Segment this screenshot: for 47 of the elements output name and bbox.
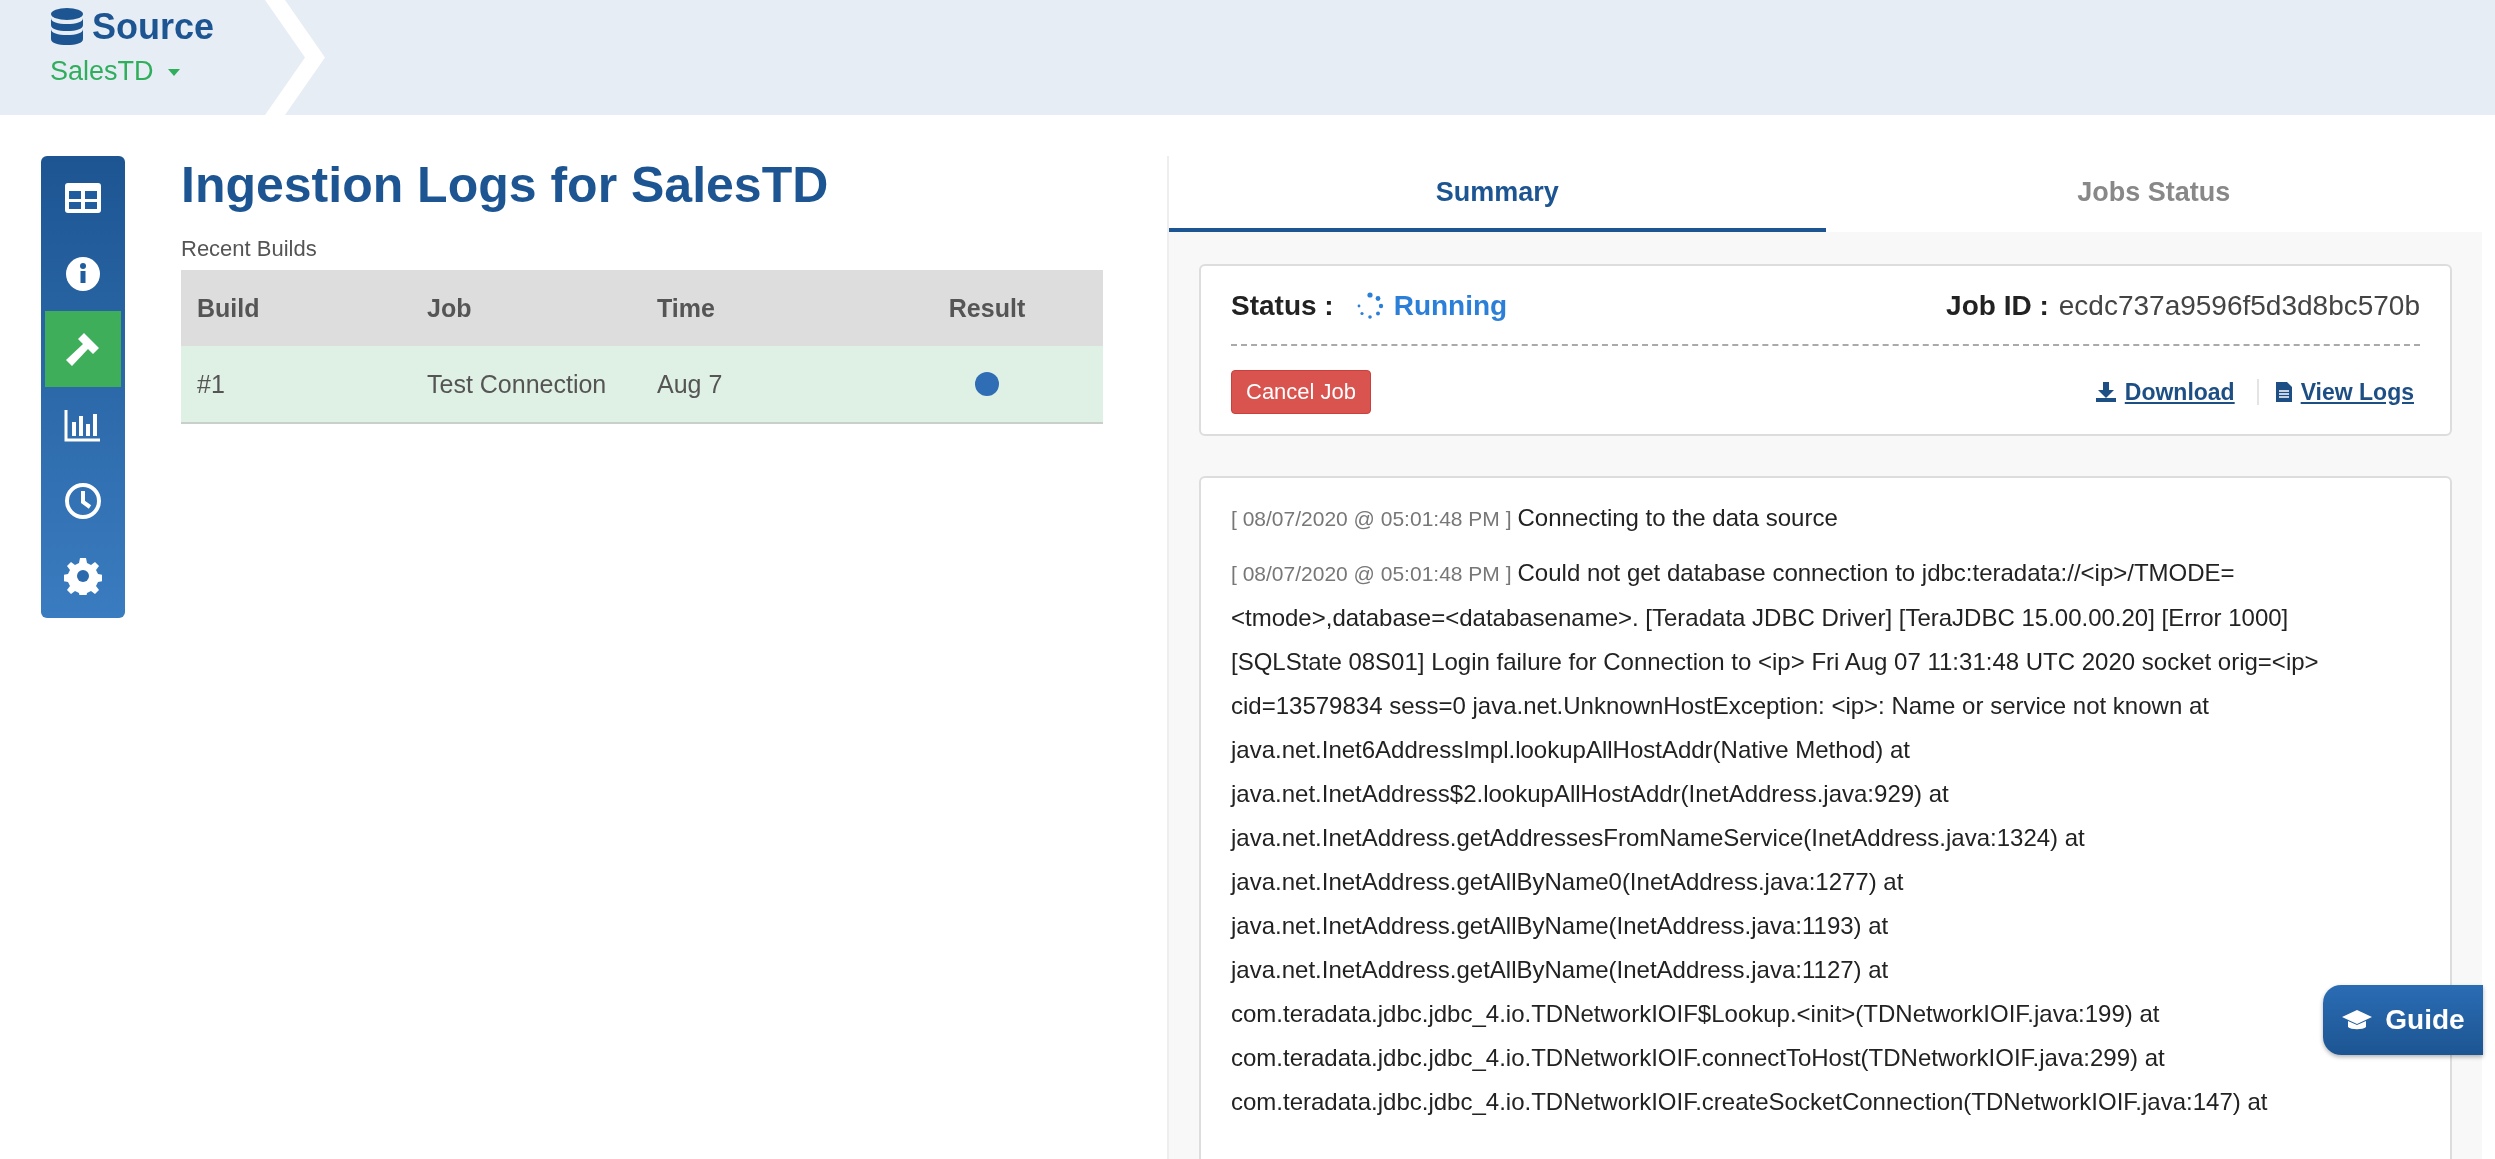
caret-icon xyxy=(165,66,182,77)
log-line: <tmode>,database=<databasename>. [Teradata JDBC Driver] [TeraJDBC 15.00.00.20] [Error 1000] xyxy=(1231,603,2289,633)
job-id-value: ecdc737a9596f5d3d8bc570b xyxy=(2058,290,2420,322)
log-line: com.teradata.jdbc.jdbc_4.io.TDNetworkIOIF.createSocketConnection(TDNetworkIOIF.java:147) at xyxy=(1231,1087,2268,1117)
log-line: com.teradata.jdbc.jdbc_4.io.TDNetworkIOIF$Lookup.<init>(TDNetworkIOIF.java:199) at xyxy=(1231,999,2160,1029)
table-cell-text: #1 xyxy=(196,369,226,399)
document-link[interactable]: View Logs xyxy=(2300,378,2414,406)
spinner-icon xyxy=(1355,292,1384,320)
log-line: java.net.InetAddress$2.lookupAllHostAddr(InetAddress.java:929) at xyxy=(1231,779,1949,809)
page-title: Ingestion Logs for SalesTD xyxy=(181,156,830,214)
download-link[interactable]: Download xyxy=(2124,378,2235,406)
column-header: Result xyxy=(947,293,1027,323)
cancel-job-button[interactable]: Cancel Job xyxy=(1231,370,1372,414)
log-line: cid=13579834 sess=0 java.net.UnknownHostException: <ip>: Name or service not known at xyxy=(1231,691,2209,721)
table-icon xyxy=(64,181,102,214)
column-header: Time xyxy=(657,293,716,323)
table-cell-text: Test Connection xyxy=(427,369,608,399)
hammer-nav-button[interactable] xyxy=(45,311,121,387)
graduation-cap-icon xyxy=(2341,1009,2374,1031)
column-header: Job xyxy=(427,293,473,323)
status-value: Running xyxy=(1393,290,1508,322)
log-line: java.net.InetAddress.getAllByName0(InetAddress.java:1277) at xyxy=(1231,867,1904,897)
log-line: Connecting to the data source xyxy=(1517,504,1838,531)
column-header: Build xyxy=(196,293,261,323)
log-line: Could not get database connection to jdbc:teradata://<ip>/TMODE= xyxy=(1517,559,2235,586)
status-label: Status : xyxy=(1231,290,1334,322)
guide-button[interactable]: Guide xyxy=(2323,985,2483,1055)
log-line: java.net.InetAddress.getAllByName(InetAddress.java:1193) at xyxy=(1231,911,1889,941)
info-icon xyxy=(65,255,101,292)
document-icon xyxy=(2274,381,2293,403)
database-icon xyxy=(50,8,84,46)
log-timestamp: [ 08/07/2020 @ 05:01:48 PM ] xyxy=(1231,562,1512,585)
bar-chart-icon xyxy=(64,407,102,442)
log-line: java.net.InetAddress.getAllByName(InetAddress.java:1127) at xyxy=(1231,955,1889,985)
log-line: com.teradata.jdbc.jdbc_4.io.TDNetworkIOIF.connectToHost(TDNetworkIOIF.java:299) at xyxy=(1231,1043,2165,1073)
build-row[interactable]: #1 Test Connection Aug 7 xyxy=(181,346,1103,424)
settings-icon xyxy=(64,557,102,596)
table-caption: Recent Builds xyxy=(181,236,318,262)
clock-icon xyxy=(64,481,102,520)
section-title: Source xyxy=(92,6,215,48)
log-timestamp: [ 08/07/2020 @ 05:01:48 PM ] xyxy=(1231,507,1512,530)
job-id-label: Job ID : xyxy=(1946,290,2049,322)
log-line: [SQLState 08S01] Login failure for Connection to <ip> Fri Aug 07 11:31:48 UTC 2020 socket orig=<ip> xyxy=(1231,647,2319,677)
table-cell-text: Aug 7 xyxy=(657,369,724,399)
download-icon xyxy=(2094,381,2117,403)
log-line: java.net.InetAddress.getAddressesFromNameService(InetAddress.java:1324) at xyxy=(1231,823,2085,853)
log-line: java.net.Inet6AddressImpl.lookupAllHostAddr(Native Method) at xyxy=(1231,735,1910,765)
